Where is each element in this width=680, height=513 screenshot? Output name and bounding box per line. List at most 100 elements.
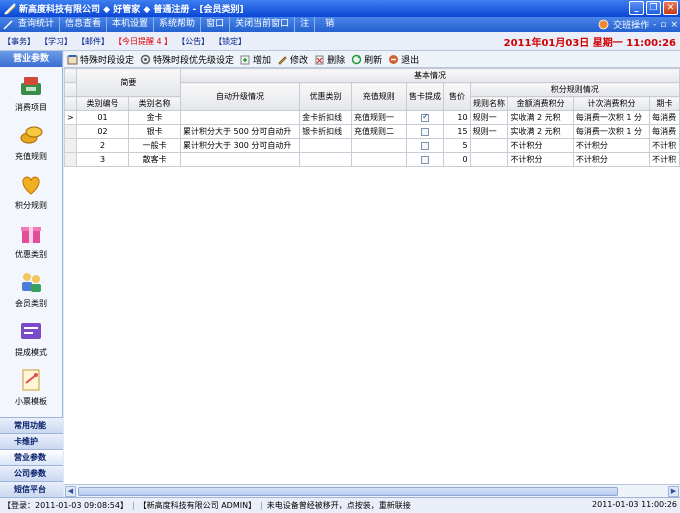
horizontal-scrollbar[interactable]: ◀ ▶	[64, 484, 680, 497]
menu-close-current-window[interactable]: 关闭当前窗口	[230, 17, 296, 32]
cell-amount-points[interactable]: 不计积分	[507, 138, 574, 153]
table-row[interactable]: 02 银卡 累计积分大于 500 分可自动升 银卡折扣线 充值规则二 15 规则…	[64, 124, 680, 139]
category-card-maintenance[interactable]: 卡维护	[0, 433, 63, 449]
cell-upgrade[interactable]: 累计积分大于 500 分可自动升	[179, 124, 301, 139]
sidebar-item-receipt-template[interactable]: 小票模板	[0, 361, 62, 410]
tag-affairs[interactable]: 【事务】	[3, 36, 35, 47]
cell-code[interactable]: 2	[75, 138, 130, 153]
cell-commission[interactable]	[405, 124, 445, 139]
col-header-code[interactable]: 类别编号	[75, 96, 130, 111]
add-button[interactable]: 增加	[240, 53, 271, 66]
col-header-count-points[interactable]: 计次消费积分	[572, 96, 651, 111]
commission-checkbox[interactable]	[420, 155, 429, 164]
exit-button[interactable]: 退出	[388, 53, 419, 66]
cell-period[interactable]: 每消费	[649, 124, 680, 139]
special-period-priority-button[interactable]: 特殊时段优先级设定	[140, 53, 234, 66]
cell-period[interactable]: 每消费	[649, 110, 680, 125]
col-header-recharge[interactable]: 充值规则	[351, 82, 407, 111]
cell-commission[interactable]	[405, 110, 445, 125]
scroll-left-button[interactable]: ◀	[65, 486, 76, 497]
category-business-params[interactable]: 营业参数	[0, 449, 63, 465]
cell-amount-points[interactable]: 不计积分	[507, 152, 574, 167]
col-header-commission[interactable]: 售卡提成	[405, 82, 445, 111]
sidebar-item-consumption[interactable]: 消费项目	[0, 67, 62, 116]
restore-button[interactable]: ❐	[646, 1, 661, 15]
cell-count-points[interactable]: 不计积分	[572, 152, 651, 167]
cell-upgrade[interactable]	[179, 110, 301, 125]
cell-name[interactable]: 银卡	[128, 124, 181, 139]
tag-announcement[interactable]: 【公告】	[177, 36, 209, 47]
cell-discount[interactable]: 银卡折扣线	[299, 124, 353, 139]
menu-logout-1[interactable]: 注	[295, 17, 316, 32]
menu-logout-2[interactable]: 销	[315, 17, 339, 32]
col-header-name[interactable]: 类别名称	[128, 96, 181, 111]
cell-count-points[interactable]: 不计积分	[572, 138, 651, 153]
tag-study[interactable]: 【学习】	[40, 36, 72, 47]
cell-recharge[interactable]	[351, 138, 407, 153]
close-button[interactable]: ✕	[663, 1, 678, 15]
cell-code[interactable]: 01	[75, 110, 130, 125]
commission-checkbox[interactable]	[420, 127, 429, 136]
sidebar-item-points[interactable]: 积分规则	[0, 165, 62, 214]
menu-info-view[interactable]: 信息查看	[60, 17, 108, 32]
cell-price[interactable]: 15	[443, 124, 471, 139]
cell-commission[interactable]	[405, 152, 445, 167]
sidebar-item-commission[interactable]: 提成模式	[0, 312, 62, 361]
tag-today-reminder[interactable]: 【今日提醒 4 】	[114, 36, 172, 47]
sidebar-item-member-type[interactable]: 会员类别	[0, 263, 62, 312]
cell-rule[interactable]	[469, 152, 509, 167]
cell-recharge[interactable]: 充值规则一	[351, 110, 407, 125]
cell-code[interactable]: 3	[75, 152, 130, 167]
commission-checkbox[interactable]	[420, 141, 429, 150]
table-row[interactable]: 2 一般卡 累计积分大于 300 分可自动升 5 不计积分 不计积分 不计积	[64, 138, 680, 153]
cell-code[interactable]: 02	[75, 124, 130, 139]
cell-rule[interactable]	[469, 138, 509, 153]
delete-button[interactable]: 删除	[314, 53, 345, 66]
cell-discount[interactable]	[299, 138, 353, 153]
cell-amount-points[interactable]: 实收满 2 元积	[507, 110, 574, 125]
scroll-right-button[interactable]: ▶	[668, 486, 679, 497]
cell-recharge[interactable]: 充值规则二	[351, 124, 407, 139]
col-header-upgrade[interactable]: 自动升级情况	[179, 82, 301, 111]
special-period-button[interactable]: 特殊时段设定	[67, 53, 134, 66]
category-sms-platform[interactable]: 短信平台	[0, 481, 63, 497]
cell-name[interactable]: 一般卡	[128, 138, 181, 153]
scroll-thumb[interactable]	[78, 487, 618, 496]
tag-lock[interactable]: 【锁定】	[214, 36, 246, 47]
cell-upgrade[interactable]: 累计积分大于 300 分可自动升	[179, 138, 301, 153]
table-row[interactable]: 3 散客卡 0 不计积分 不计积分 不计积	[64, 152, 680, 167]
mdi-minimize-button[interactable]: -	[653, 20, 656, 30]
edit-button[interactable]: 修改	[277, 53, 308, 66]
sidebar-item-discount[interactable]: 优惠类别	[0, 214, 62, 263]
category-common-functions[interactable]: 常用功能	[0, 417, 63, 433]
menu-window[interactable]: 窗口	[201, 17, 231, 32]
cell-price[interactable]: 5	[443, 138, 471, 153]
cell-name[interactable]: 金卡	[128, 110, 181, 125]
minimize-button[interactable]: _	[629, 1, 644, 15]
cell-commission[interactable]	[405, 138, 445, 153]
cell-count-points[interactable]: 每消费一次积 1 分	[572, 124, 651, 139]
cell-count-points[interactable]: 每消费一次积 1 分	[572, 110, 651, 125]
col-header-amount-points[interactable]: 金额消费积分	[507, 96, 574, 111]
cell-upgrade[interactable]	[179, 152, 301, 167]
col-header-rule[interactable]: 规则名称	[469, 96, 509, 111]
tag-mail[interactable]: 【邮件】	[77, 36, 109, 47]
mdi-restore-button[interactable]: ▫	[660, 20, 666, 30]
shift-handover-button[interactable]: 交班操作	[613, 18, 649, 31]
table-row[interactable]: > 01 金卡 金卡折扣线 充值规则一 10 规则一 实收满 2 元积 每消费一…	[64, 110, 680, 125]
menu-query-stats[interactable]: 查询统计	[13, 17, 61, 32]
cell-amount-points[interactable]: 实收满 2 元积	[507, 124, 574, 139]
cell-price[interactable]: 10	[443, 110, 471, 125]
col-header-discount[interactable]: 优惠类别	[299, 82, 353, 111]
cell-rule[interactable]: 规则一	[469, 124, 509, 139]
cell-rule[interactable]: 规则一	[469, 110, 509, 125]
cell-discount[interactable]	[299, 152, 353, 167]
menu-local-settings[interactable]: 本机设置	[107, 17, 155, 32]
menu-system-help[interactable]: 系统帮助	[154, 17, 202, 32]
cell-price[interactable]: 0	[443, 152, 471, 167]
cell-name[interactable]: 散客卡	[128, 152, 181, 167]
cell-recharge[interactable]	[351, 152, 407, 167]
sidebar-item-recharge[interactable]: 充值规则	[0, 116, 62, 165]
cell-period[interactable]: 不计积	[649, 138, 680, 153]
col-header-period[interactable]: 期卡	[649, 96, 680, 111]
